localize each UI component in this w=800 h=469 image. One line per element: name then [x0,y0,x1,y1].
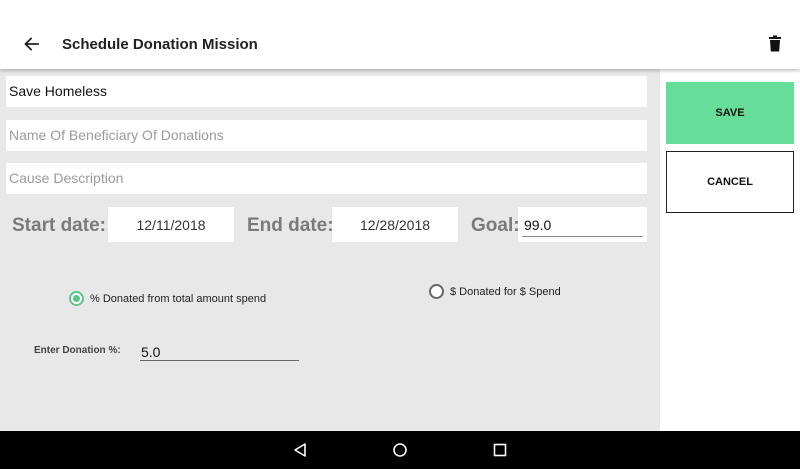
cause-description-input[interactable]: Cause Description [6,163,647,194]
nav-back-button[interactable] [291,441,309,459]
back-button[interactable] [18,30,46,58]
radio-selected-icon [69,291,84,306]
end-date-field[interactable]: 12/28/2018 [332,207,458,242]
goal-label: Goal: [471,215,520,236]
start-date-field[interactable]: 12/11/2018 [108,207,234,242]
nav-recents-button[interactable] [491,441,509,459]
system-nav-bar [0,431,800,469]
nav-recents-icon [493,443,507,457]
goal-value: 99.0 [524,217,552,233]
radio-dollar-label: $ Donated for $ Spend [450,285,561,298]
nav-back-icon [294,443,306,457]
radio-unselected-icon [429,284,444,299]
donation-percent-label: Enter Donation %: [34,345,121,356]
mission-name-value: Save Homeless [9,83,108,99]
mission-name-input[interactable]: Save Homeless [6,76,647,107]
radio-percent-label: % Donated from total amount spend [90,292,267,305]
cause-description-placeholder: Cause Description [9,170,124,186]
app-window: Schedule Donation Mission Save Homeless … [0,0,800,469]
cancel-button[interactable]: CANCEL [666,151,794,213]
nav-home-button[interactable] [391,441,409,459]
page-title: Schedule Donation Mission [62,36,258,53]
end-date-value: 12/28/2018 [359,217,431,233]
beneficiary-input[interactable]: Name Of Beneficiary Of Donations [6,120,647,151]
start-date-value: 12/11/2018 [136,217,206,233]
donation-percent-input[interactable]: 5.0 [140,341,299,361]
mission-form: Save Homeless Name Of Beneficiary Of Don… [0,69,660,431]
donation-percent-value: 5.0 [141,344,161,360]
goal-underline [522,236,643,237]
radio-dollar-donated[interactable]: $ Donated for $ Spend [429,284,561,299]
delete-button[interactable] [764,33,786,57]
beneficiary-placeholder: Name Of Beneficiary Of Donations [9,127,224,143]
toolbar: Schedule Donation Mission [0,0,800,69]
trash-icon [769,35,781,52]
radio-percent-donated[interactable]: % Donated from total amount spend [69,291,266,306]
end-date-label: End date: [247,215,334,236]
goal-input[interactable]: 99.0 [518,207,647,242]
nav-home-icon [393,443,407,457]
arrow-back-icon [24,37,39,51]
donation-underline [140,360,299,361]
start-date-label: Start date: [12,215,106,236]
save-button[interactable]: SAVE [666,82,794,144]
